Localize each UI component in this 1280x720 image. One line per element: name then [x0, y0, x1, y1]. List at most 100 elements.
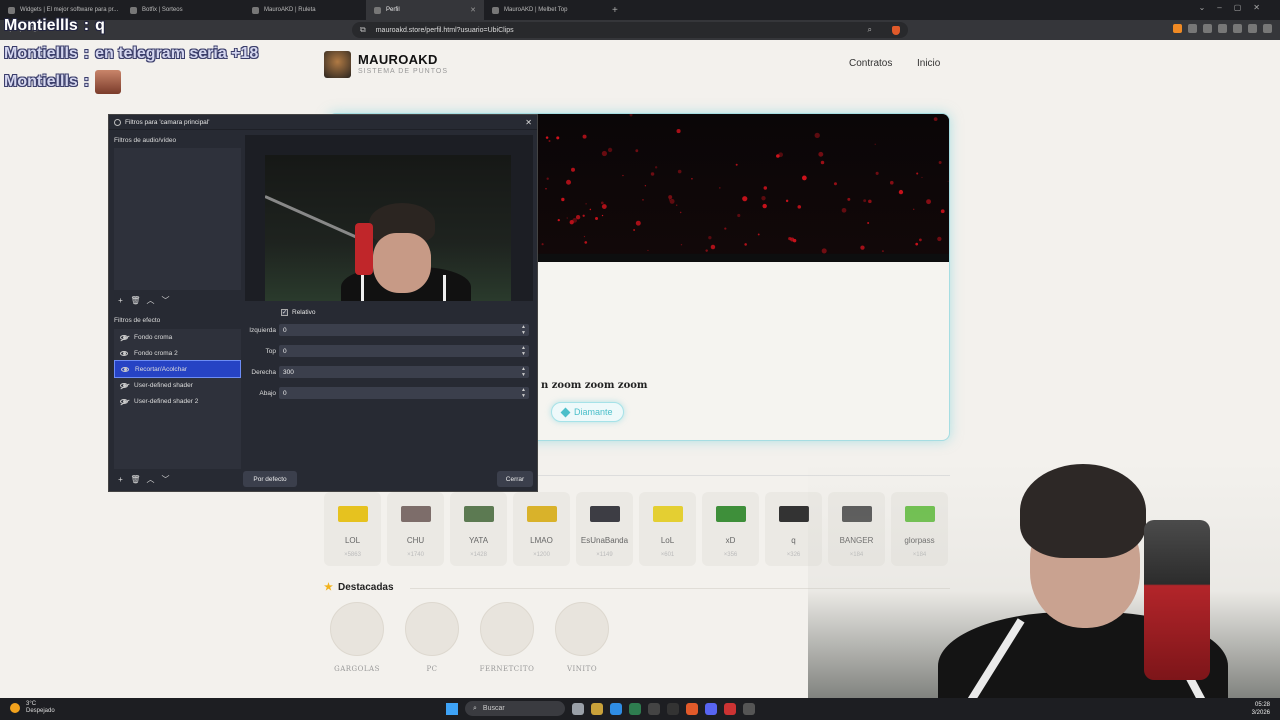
- emote-card[interactable]: LMAO ×1200: [513, 492, 570, 566]
- top-spinbox[interactable]: 0 ▲ ▼: [279, 345, 529, 357]
- emote-name: LMAO: [530, 536, 553, 545]
- featured-item[interactable]: VINITO: [554, 602, 610, 673]
- dialog-titlebar[interactable]: Filtros para 'camara principal' ✕: [109, 115, 537, 130]
- featured-avatar: [405, 602, 459, 656]
- app-icon[interactable]: [629, 702, 641, 715]
- nav-inicio-link[interactable]: Inicio: [917, 58, 940, 69]
- effect-filter-item[interactable]: User-defined shader 2: [114, 393, 241, 409]
- emote-image: [778, 506, 809, 522]
- spin-arrows-icon[interactable]: ▲ ▼: [521, 366, 526, 378]
- taskbar-clock[interactable]: 05:28 3/2026: [1252, 701, 1270, 717]
- move-down-icon[interactable]: ﹀: [160, 295, 171, 306]
- play-extension-icon[interactable]: [1173, 24, 1182, 33]
- abajo-spinbox[interactable]: 0 ▲ ▼: [279, 387, 529, 399]
- taskbar-apps: ⌕ Buscar: [446, 701, 755, 716]
- clock-date: 3/2026: [1251, 710, 1270, 716]
- izquierda-spinbox[interactable]: 0 ▲ ▼: [279, 324, 529, 336]
- emote-name: EsUnaBanda: [580, 536, 629, 545]
- field-label: Derecha: [251, 368, 276, 376]
- eye-icon[interactable]: [120, 350, 128, 356]
- extension-icon[interactable]: [1188, 24, 1197, 33]
- trash-icon[interactable]: 🗑: [130, 474, 141, 485]
- emote-card[interactable]: xD ×356: [702, 492, 759, 566]
- site-brand[interactable]: MAUROAKD: [358, 52, 438, 67]
- derecha-spinbox[interactable]: 300 ▲ ▼: [279, 366, 529, 378]
- emote-card[interactable]: CHU ×1740: [387, 492, 444, 566]
- discord-icon[interactable]: [705, 702, 717, 715]
- effect-filter-name: Fondo croma: [134, 333, 173, 341]
- featured-item[interactable]: PC: [404, 602, 460, 673]
- browser-tab[interactable]: MauroAKD | Ruleta: [244, 0, 366, 20]
- emote-image: [526, 506, 557, 522]
- emote-count: ×1428: [470, 552, 487, 558]
- site-subtitle: SISTEMA DE PUNTOS: [358, 68, 448, 75]
- music-icon[interactable]: [1203, 24, 1212, 33]
- address-bar[interactable]: ⧉ mauroakd.store/perfil.html?usuario=Ubi…: [352, 22, 908, 38]
- effect-filter-name: User-defined shader 2: [134, 397, 199, 405]
- new-tab-icon[interactable]: +: [612, 5, 618, 16]
- close-button[interactable]: Cerrar: [497, 471, 533, 487]
- zoom-icon[interactable]: ⌕: [868, 25, 872, 35]
- default-button[interactable]: Por defecto: [243, 471, 297, 487]
- derecha-field: Derecha 300 ▲ ▼: [245, 366, 529, 378]
- spin-arrows-icon[interactable]: ▲ ▼: [521, 345, 526, 357]
- eye-hidden-icon[interactable]: [120, 334, 128, 340]
- eye-hidden-icon[interactable]: [120, 382, 128, 388]
- file-explorer-icon[interactable]: [591, 702, 603, 715]
- move-up-icon[interactable]: ︿: [145, 474, 156, 485]
- audio-video-filters-list[interactable]: [114, 148, 241, 290]
- emote-image: [589, 506, 620, 522]
- browser-tab[interactable]: MauroAKD | Melbet Top: [484, 0, 606, 20]
- emote-image: [463, 506, 494, 522]
- task-view-icon[interactable]: [572, 702, 584, 715]
- site-logo[interactable]: [324, 51, 351, 78]
- effect-filter-item[interactable]: Fondo croma: [114, 329, 241, 345]
- featured-name: VINITO: [566, 665, 598, 673]
- vpn-icon[interactable]: [1248, 24, 1257, 33]
- add-icon[interactable]: +: [115, 474, 126, 485]
- brave-icon[interactable]: [686, 702, 698, 715]
- menu-icon[interactable]: [1263, 24, 1272, 33]
- taskbar-search[interactable]: ⌕ Buscar: [465, 701, 565, 716]
- app-icon[interactable]: [667, 702, 679, 715]
- effect-filter-item[interactable]: Fondo croma 2: [114, 345, 241, 361]
- obs-app-icon: [114, 118, 121, 126]
- emote-count: ×1740: [407, 552, 424, 558]
- add-icon[interactable]: +: [115, 295, 126, 306]
- eye-hidden-icon[interactable]: [120, 398, 128, 404]
- effect-filter-item[interactable]: Recortar/Acolchar: [114, 360, 241, 378]
- emote-name: q: [791, 536, 796, 545]
- wallet-icon[interactable]: [1233, 24, 1242, 33]
- emote-card[interactable]: LOL ×5863: [324, 492, 381, 566]
- eye-icon[interactable]: [121, 366, 129, 372]
- diamond-icon: [560, 407, 571, 417]
- close-tab-icon[interactable]: ✕: [470, 6, 476, 14]
- trash-icon[interactable]: 🗑: [130, 295, 141, 306]
- featured-item[interactable]: GARGOLAS: [329, 602, 385, 673]
- edge-icon[interactable]: [610, 702, 622, 715]
- browser-tab-active[interactable]: Perfil ✕: [366, 0, 484, 20]
- emote-count: ×326: [786, 552, 801, 558]
- relativo-checkbox[interactable]: ✓ Relativo: [281, 309, 315, 316]
- sidebar-icon[interactable]: [1218, 24, 1227, 33]
- nav-contratos-link[interactable]: Contratos: [849, 58, 892, 69]
- app-icon[interactable]: [648, 702, 660, 715]
- emote-count: ×356: [723, 552, 738, 558]
- brave-shield-icon[interactable]: [892, 25, 900, 35]
- app-icon[interactable]: [724, 702, 736, 715]
- windows-start-icon[interactable]: [446, 702, 458, 715]
- effect-filter-item[interactable]: User-defined shader: [114, 377, 241, 393]
- spin-arrows-icon[interactable]: ▲ ▼: [521, 324, 526, 336]
- window-controls[interactable]: ⌄–▢✕: [1199, 3, 1272, 12]
- close-icon[interactable]: ✕: [525, 118, 532, 127]
- move-down-icon[interactable]: ﹀: [160, 474, 171, 485]
- bookmark-icon[interactable]: ⧉: [360, 25, 366, 35]
- featured-item[interactable]: FERNETCITO: [479, 602, 535, 673]
- emote-card[interactable]: EsUnaBanda ×1149: [576, 492, 633, 566]
- app-icon[interactable]: [743, 702, 755, 715]
- weather-widget[interactable]: 3°C Despejado: [10, 701, 55, 715]
- spin-arrows-icon[interactable]: ▲ ▼: [521, 387, 526, 399]
- emote-card[interactable]: LoL ×601: [639, 492, 696, 566]
- move-up-icon[interactable]: ︿: [145, 295, 156, 306]
- emote-card[interactable]: YATA ×1428: [450, 492, 507, 566]
